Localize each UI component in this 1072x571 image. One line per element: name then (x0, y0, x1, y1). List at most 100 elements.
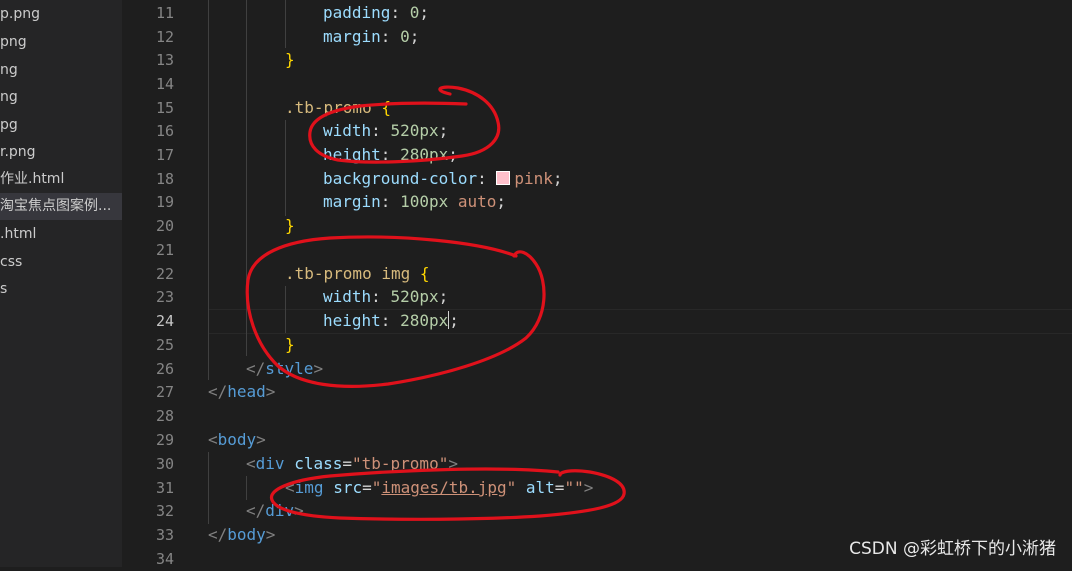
tag-bracket: </ (208, 382, 228, 401)
tag-bracket: > (265, 525, 276, 544)
line-number: 18 (155, 170, 174, 188)
code-line-25: } (285, 333, 295, 357)
line-number: 31 (155, 479, 174, 497)
css-value: 0 (409, 3, 420, 22)
image-path-link[interactable]: images/tb.jpg (381, 478, 506, 497)
color-swatch[interactable] (496, 171, 511, 185)
colon: : (371, 287, 391, 306)
tag-bracket: > (265, 382, 276, 401)
line-number: 29 (155, 431, 174, 449)
code-line-33: </body> (208, 523, 275, 547)
code-line-16: width: 520px; (323, 119, 448, 143)
code-line-18: background-color: pink; (323, 167, 563, 191)
colon: : (380, 192, 401, 211)
file-item[interactable]: 作业.html (0, 166, 122, 193)
line-number: 33 (155, 526, 174, 544)
semicolon: ; (448, 145, 458, 164)
file-item[interactable]: p.png (0, 1, 122, 28)
file-name: png (0, 34, 27, 50)
css-value: 280px (400, 145, 449, 164)
css-value: pink (514, 169, 553, 188)
html-attribute: src (333, 478, 363, 497)
code-line-31: <img src="images/tb.jpg" alt=""> (285, 476, 593, 500)
quote: " (506, 478, 517, 497)
equals-sign: = (342, 454, 352, 473)
line-number: 19 (155, 193, 174, 211)
file-item[interactable]: r.png (0, 139, 122, 166)
html-tag: head (227, 382, 266, 401)
html-attribute: alt (525, 478, 555, 497)
line-number-gutter: 11 12 13 14 15 16 17 18 19 20 21 22 23 2… (122, 0, 194, 568)
closing-brace: } (285, 335, 295, 354)
file-item-selected[interactable]: 淘宝焦点图案例... (0, 193, 122, 220)
line-number: 27 (155, 383, 174, 401)
code-line-30: <div class="tb-promo"> (246, 452, 458, 476)
tag-bracket: > (583, 478, 594, 497)
css-value: auto (457, 192, 497, 211)
line-number: 20 (155, 217, 174, 235)
file-item[interactable]: s (0, 276, 122, 303)
attribute-value: "" (564, 478, 584, 497)
line-number: 26 (155, 360, 174, 378)
css-value: 280px (400, 311, 449, 330)
line-number: 12 (155, 28, 174, 46)
html-tag: body (217, 430, 257, 449)
semicolon: ; (438, 121, 449, 140)
tag-bracket: > (256, 430, 266, 449)
html-tag: body (227, 525, 266, 544)
file-name: ng (0, 62, 18, 78)
colon: : (477, 169, 497, 188)
file-item[interactable]: css (0, 249, 122, 276)
file-item[interactable]: .html (0, 221, 122, 248)
file-name: pg (0, 117, 18, 133)
css-selector: .tb-promo img (285, 264, 411, 283)
line-number: 22 (155, 265, 174, 283)
css-value: 100px (400, 192, 449, 211)
html-attribute: class (294, 454, 343, 473)
file-name: ng (0, 89, 18, 105)
css-value: 520px (390, 287, 439, 306)
closing-brace: } (285, 216, 295, 235)
html-tag: div (265, 501, 295, 520)
semicolon: ; (419, 3, 429, 22)
tag-bracket: </ (246, 359, 266, 378)
code-line-15: .tb-promo { (285, 96, 391, 120)
file-item[interactable]: png (0, 29, 122, 56)
html-tag: img (294, 478, 324, 497)
code-line-29: <body> (208, 428, 266, 452)
attribute-value: "tb-promo" (352, 454, 449, 473)
tag-bracket: < (208, 430, 218, 449)
colon: : (390, 3, 410, 22)
code-line-32: </div> (246, 499, 304, 523)
file-item[interactable]: pg (0, 112, 122, 139)
colon: : (371, 121, 391, 140)
code-line-27: </head> (208, 380, 275, 404)
css-property: width (323, 287, 372, 306)
tag-bracket: > (294, 501, 304, 520)
html-tag: div (255, 454, 285, 473)
css-value: 520px (390, 121, 439, 140)
code-line-22: .tb-promo img { (285, 262, 430, 286)
css-property: margin (323, 27, 381, 46)
semicolon: ; (449, 311, 459, 330)
line-number: 23 (155, 288, 174, 306)
file-name: 淘宝焦点图案例... (0, 198, 112, 214)
tag-bracket: < (285, 478, 295, 497)
code-line-11: padding: 0; (323, 1, 429, 25)
file-item[interactable]: ng (0, 84, 122, 111)
tag-bracket: </ (246, 501, 266, 520)
code-line-17: height: 280px; (323, 143, 458, 167)
equals-sign: = (362, 478, 372, 497)
file-name: 作业.html (0, 171, 65, 187)
file-name: css (0, 254, 23, 270)
file-item[interactable]: ng (0, 57, 122, 84)
line-number: 17 (155, 146, 174, 164)
code-editor[interactable]: padding: 0; margin: 0; } .tb-promo { wid… (208, 0, 1072, 567)
tag-bracket: > (313, 359, 324, 378)
line-number: 30 (155, 455, 174, 473)
colon: : (380, 27, 401, 46)
tag-bracket: </ (208, 525, 228, 544)
code-line-20: } (285, 214, 295, 238)
line-number: 25 (155, 336, 174, 354)
semicolon: ; (438, 287, 449, 306)
